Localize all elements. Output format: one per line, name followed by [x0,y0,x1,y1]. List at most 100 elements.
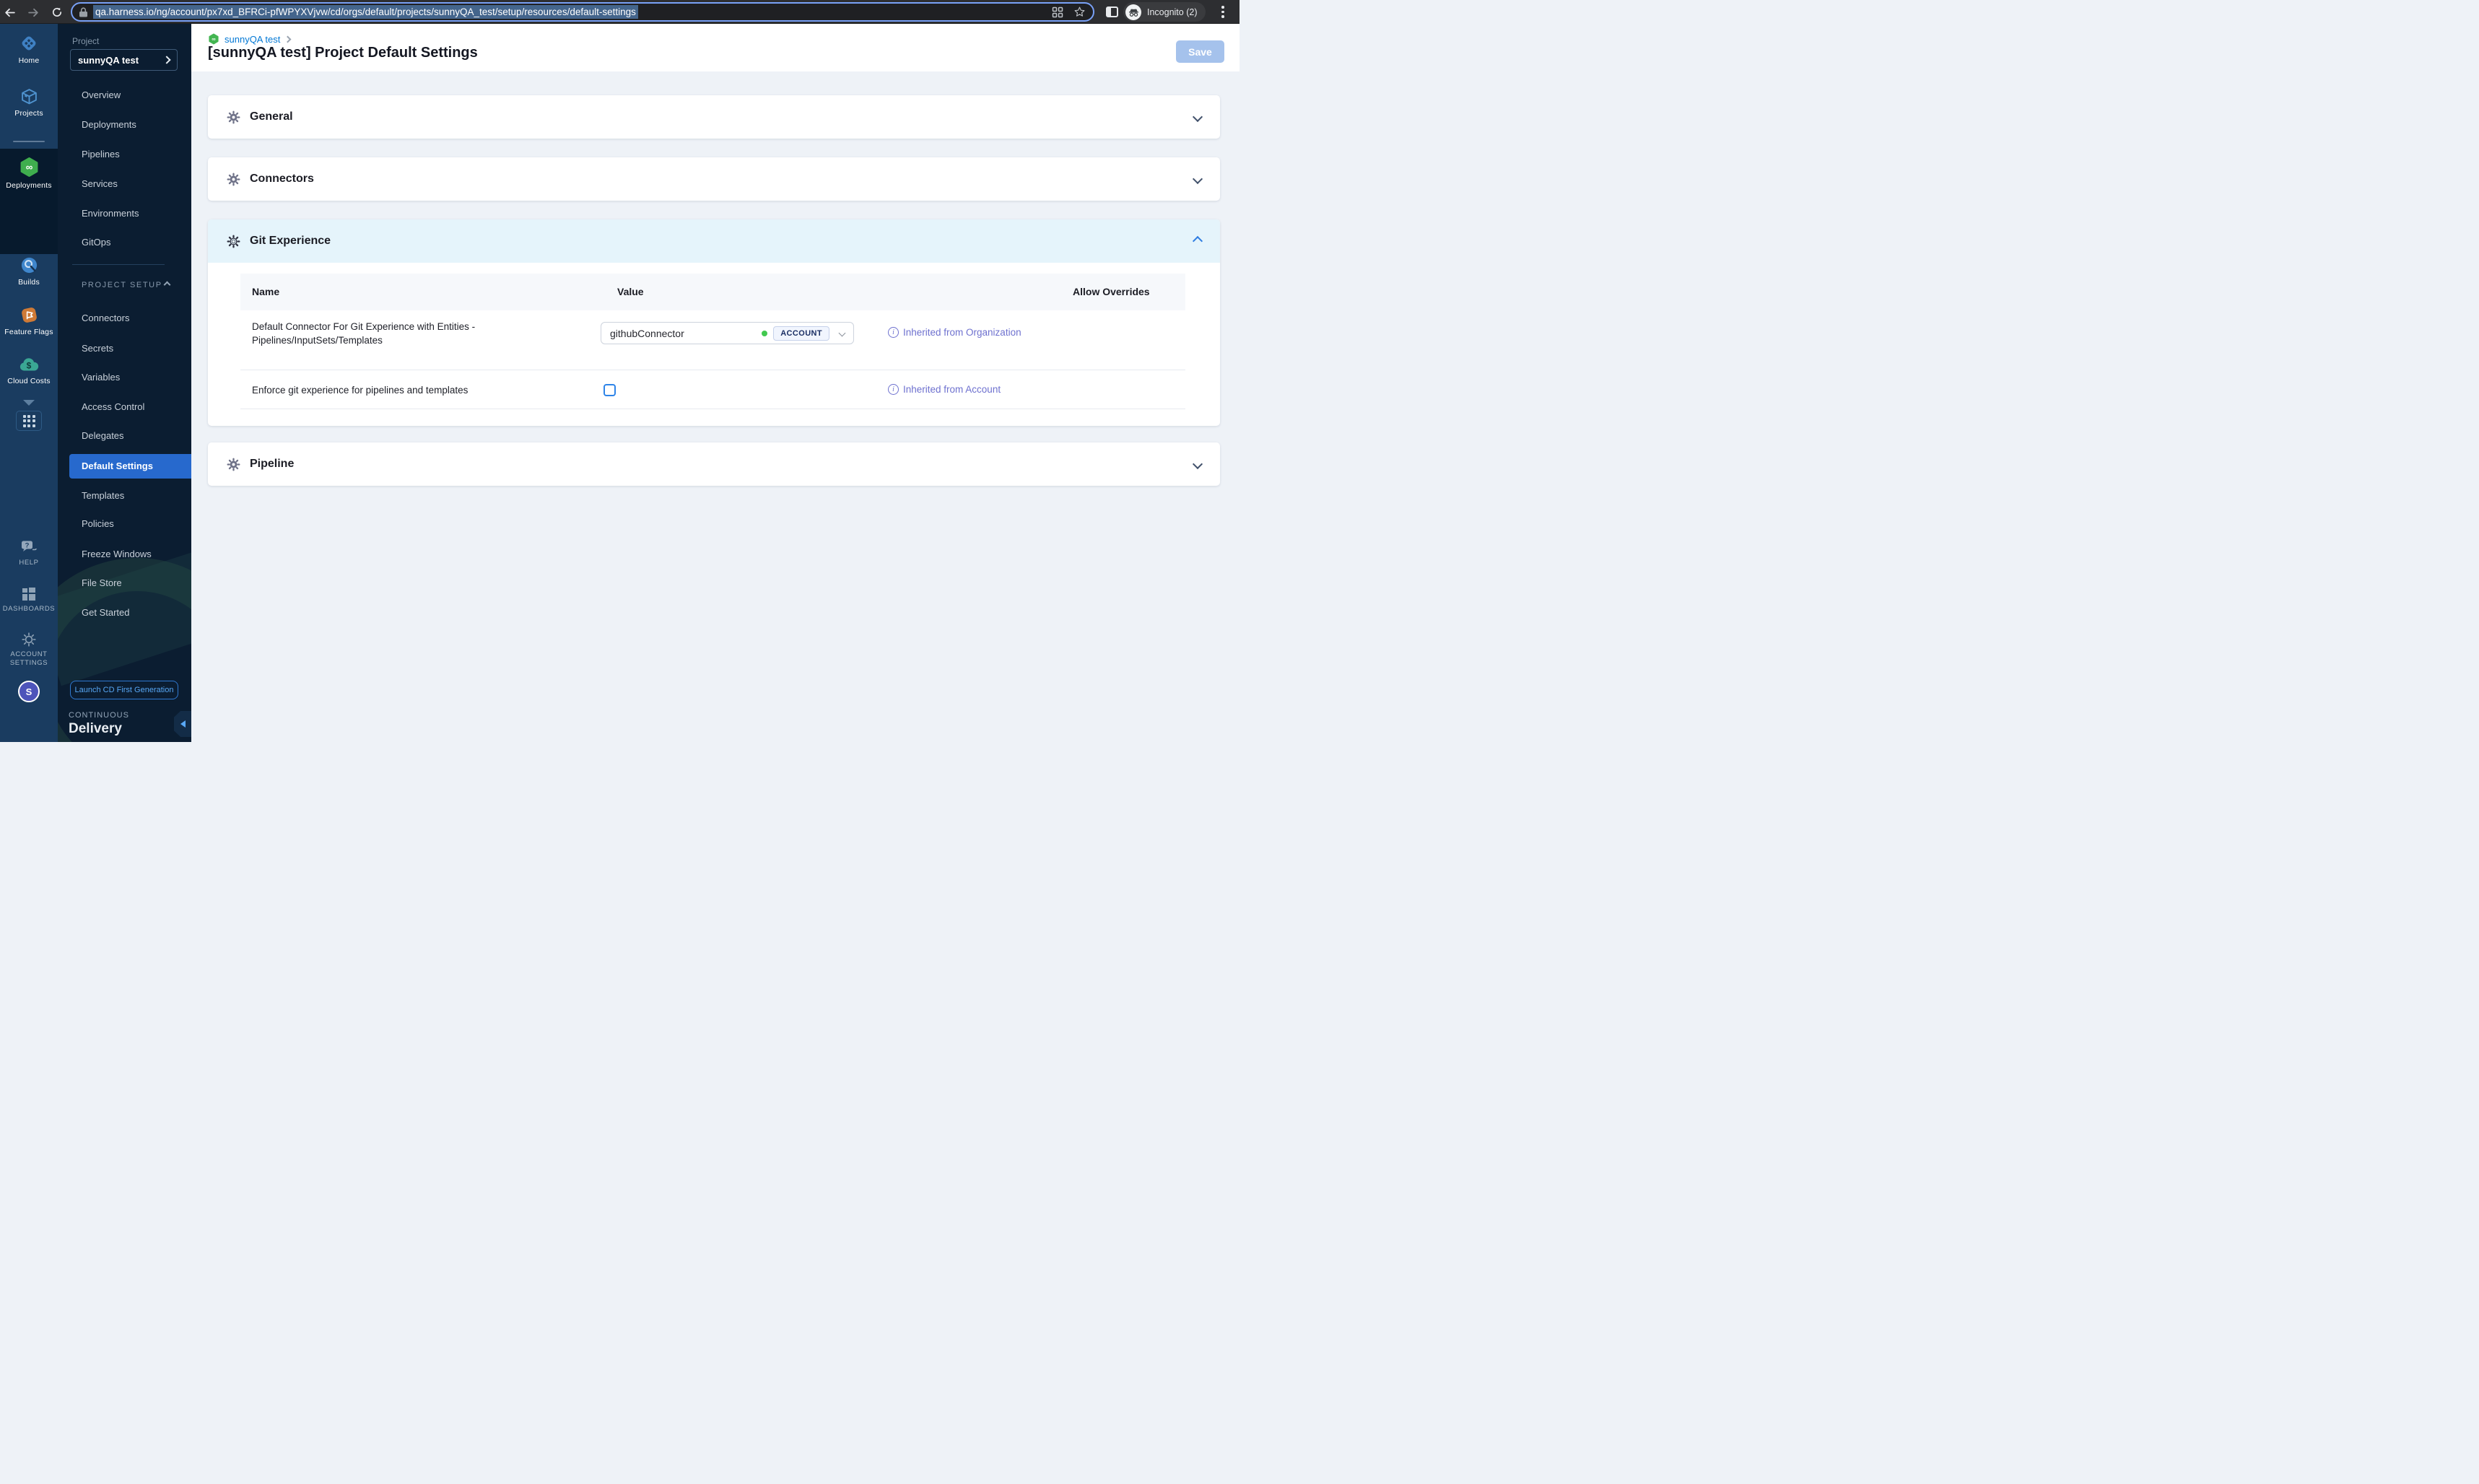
chevron-up-icon[interactable] [1192,235,1203,247]
save-button[interactable]: Save [1176,40,1224,63]
browser-menu-button[interactable] [1221,6,1224,20]
sidebar-item-delegates[interactable]: Delegates [58,423,191,449]
gear-icon [227,235,240,248]
sidebar-item-services[interactable]: Services [58,171,191,197]
sidebar-item-deployments-nav[interactable]: Deployments [58,112,191,138]
section-card-pipeline: Pipeline [208,442,1220,486]
sidebar-item-home[interactable]: Home [0,34,58,65]
launch-cd-first-generation-button[interactable]: Launch CD First Generation [70,681,178,699]
sidebar-item-default-settings[interactable]: Default Settings [69,454,191,479]
chevron-down-icon[interactable] [1192,173,1203,185]
section-title: Pipeline [250,458,295,470]
sidebar-item-label: Cloud Costs [7,377,51,385]
section-header-connectors[interactable]: Connectors [208,157,1220,201]
side-panel-icon[interactable] [1106,6,1118,17]
browser-reload-button[interactable] [50,5,64,19]
inherited-from-organization-link[interactable]: i Inherited from Organization [888,327,1021,338]
feature-flags-icon [21,307,37,323]
url-text[interactable]: qa.harness.io/ng/account/px7xd_BFRCi-pfW… [93,5,638,19]
project-selector[interactable]: sunnyQA test [70,49,178,71]
rail-divider [13,141,45,142]
nav-item-label: File Store [82,577,122,588]
chevron-down-icon[interactable] [1192,458,1203,470]
git-experience-settings-table: Name Value Allow Overrides Default Conne… [240,274,1185,409]
column-header-name: Name [252,286,280,297]
incognito-badge[interactable]: Incognito (2) [1123,2,1206,22]
page-title: [sunnyQA test] Project Default Settings [208,45,478,61]
sidebar-item-freeze-windows[interactable]: Freeze Windows [58,541,191,567]
sidebar-item-pipelines[interactable]: Pipelines [58,141,191,167]
section-title: General [250,110,293,123]
nav-item-label: Delegates [82,430,124,441]
chevron-down-icon[interactable] [1192,111,1203,123]
selected-connector-value: githubConnector [610,327,684,339]
section-header-git-experience[interactable]: Git Experience [208,219,1220,263]
main-content: ∞ sunnyQA test [sunnyQA test] Project De… [191,24,1240,742]
user-avatar[interactable]: S [18,681,40,702]
sidebar-item-projects[interactable]: Projects [0,88,58,118]
incognito-label: Incognito (2) [1147,6,1198,17]
sidebar-item-dashboards[interactable]: DASHBOARDS [0,587,58,613]
bookmark-star-icon[interactable] [1073,6,1086,18]
sidebar-item-connectors[interactable]: Connectors [58,305,191,331]
sidebar-item-policies[interactable]: Policies [58,511,191,537]
module-switcher-button[interactable] [16,411,42,431]
gear-icon [227,173,240,186]
project-setup-section-header[interactable]: PROJECT SETUP [82,281,162,289]
sidebar-item-label: Feature Flags [4,328,53,336]
sidebar-item-deployments[interactable]: ∞ Deployments [0,157,58,190]
section-header-general[interactable]: General [208,95,1220,139]
section-header-pipeline[interactable]: Pipeline [208,442,1220,486]
svg-text:$: $ [27,361,32,371]
section-card-connectors: Connectors [208,157,1220,201]
rail-more-modules-chevron-icon[interactable] [23,400,35,406]
scope-badge: ACCOUNT [773,326,829,341]
table-row: Default Connector For Git Experience wit… [240,310,1185,370]
sidebar-item-environments[interactable]: Environments [58,201,191,227]
deployments-cd-icon: ∞ [20,157,38,177]
chevron-up-icon[interactable] [163,281,171,289]
section-title: Git Experience [250,235,331,247]
breadcrumb: ∞ sunnyQA test [208,33,292,45]
nav-item-label: Environments [82,208,139,219]
sidebar-item-help[interactable]: ? HELP [0,540,58,567]
page-header: ∞ sunnyQA test [sunnyQA test] Project De… [191,24,1240,71]
breadcrumb-project-link[interactable]: sunnyQA test [225,34,280,45]
sidebar-item-get-started[interactable]: Get Started [58,600,191,626]
inherited-from-account-link[interactable]: i Inherited from Account [888,384,1001,395]
sidebar-item-cloud-costs[interactable]: $ Cloud Costs [0,357,58,385]
table-row: Enforce git experience for pipelines and… [240,370,1185,409]
nav-item-label: Pipelines [82,149,120,160]
reload-icon [53,7,62,17]
sidebar-item-gitops[interactable]: GitOps [58,230,191,256]
address-bar[interactable]: qa.harness.io/ng/account/px7xd_BFRCi-pfW… [71,2,1094,22]
sidebar-item-account-settings[interactable]: ACCOUNT SETTINGS [0,632,58,668]
home-icon [22,36,36,51]
connector-status-dot [762,330,768,336]
sidebar-item-file-store[interactable]: File Store [58,570,191,596]
gear-icon [227,458,240,471]
sidebar-collapse-button[interactable] [174,711,191,737]
default-connector-select[interactable]: githubConnector ACCOUNT [601,322,854,344]
sidebar-item-access-control[interactable]: Access Control [58,394,191,420]
sidebar-item-secrets[interactable]: Secrets [58,336,191,362]
sidebar-item-variables[interactable]: Variables [58,365,191,390]
sidebar-item-feature-flags[interactable]: Feature Flags [0,306,58,336]
browser-back-button[interactable] [2,5,17,19]
breadcrumb-chevron-icon [284,35,292,43]
section-card-general: General [208,95,1220,139]
table-header-row: Name Value Allow Overrides [240,274,1185,310]
tab-groups-icon[interactable] [1052,6,1063,18]
section-card-git-experience: Git Experience Name Value Allow Override… [208,219,1220,426]
sidebar-item-overview[interactable]: Overview [58,82,191,108]
nav-item-label: Templates [82,490,125,501]
cloud-costs-icon: $ [19,358,39,371]
sidebar-item-templates[interactable]: Templates [58,483,191,509]
sidebar-item-builds[interactable]: Builds [0,256,58,287]
setting-name: Enforce git experience for pipelines and… [252,385,469,396]
enforce-git-experience-checkbox[interactable] [604,384,616,396]
sidebar-item-label: ACCOUNT SETTINGS [9,650,48,667]
svg-text:?: ? [25,542,30,550]
browser-forward-button[interactable] [26,5,40,19]
browser-toolbar: qa.harness.io/ng/account/px7xd_BFRCi-pfW… [0,0,1240,24]
